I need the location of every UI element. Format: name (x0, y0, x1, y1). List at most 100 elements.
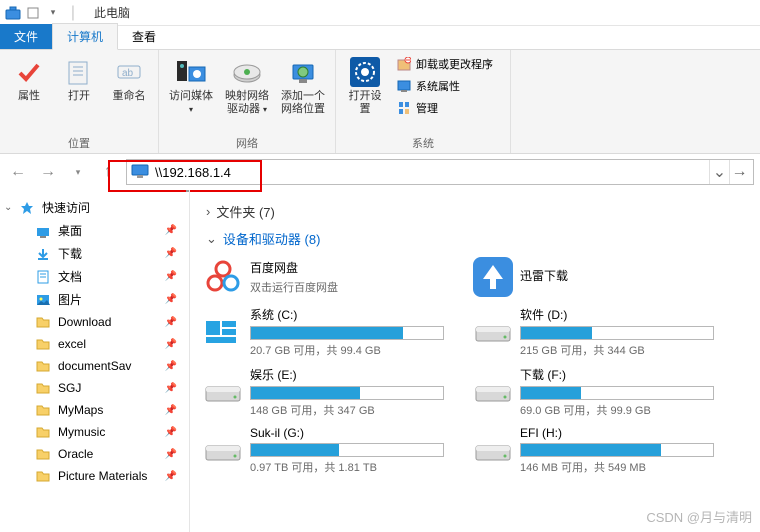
back-button[interactable]: ← (6, 160, 30, 184)
drive-icon (202, 371, 244, 413)
rename-button[interactable]: ab 重命名 (106, 54, 152, 133)
group-network: 访问媒体 ▾ 映射网络驱动器 ▾ 添加一个网络位置 网络 (159, 50, 336, 153)
up-button[interactable]: ↑ (96, 160, 120, 184)
pin-icon: 📌 (165, 449, 185, 460)
go-button[interactable]: → (729, 160, 749, 184)
app-item[interactable]: 迅雷下载 (470, 252, 716, 302)
pin-icon: 📌 (165, 405, 185, 416)
tab-computer[interactable]: 计算机 (52, 23, 118, 50)
app-item[interactable]: 百度网盘双击运行百度网盘 (200, 252, 446, 302)
nav-sidebar: ⌄ 快速访问 桌面 📌 下载📌 文档 📌 图片📌 Download 📌 excel 📌 docume… (0, 190, 190, 532)
sidebar-item[interactable]: Mymusic📌 (0, 421, 189, 443)
drive-item[interactable]: EFI (H:) 146 MB 可用，共 549 MB (470, 422, 716, 479)
drive-item[interactable]: 娱乐 (E:) 148 GB 可用，共 347 GB (200, 362, 446, 422)
sidebar-item-label: 桌面 (58, 222, 82, 239)
drive-name: 娱乐 (E:) (250, 366, 444, 383)
content-pane: › 文件夹 (7) ⌄ 设备和驱动器 (8) 百度网盘双击运行百度网盘迅雷下载 … (190, 190, 760, 532)
sidebar-item-label: MyMaps (58, 403, 103, 417)
access-media-button[interactable]: 访问媒体 ▾ (165, 54, 217, 133)
pin-icon: 📌 (165, 471, 185, 482)
app-icon (202, 256, 244, 298)
usage-bar (520, 443, 714, 457)
open-settings-button[interactable]: 打开设置 (342, 54, 388, 133)
item-icon (34, 402, 52, 418)
item-icon (34, 424, 52, 440)
drive-free: 215 GB 可用，共 344 GB (520, 342, 714, 358)
sidebar-item-label: 文档 (58, 268, 82, 285)
pin-icon: 📌 (165, 225, 185, 236)
address-dropdown-icon[interactable]: ⌄ (709, 160, 729, 184)
drive-free: 20.7 GB 可用，共 99.4 GB (250, 342, 444, 358)
sidebar-item[interactable]: 下载📌 (0, 242, 189, 265)
manage-button[interactable]: 管理 (392, 98, 504, 118)
folders-section[interactable]: › 文件夹 (7) (200, 198, 750, 225)
usage-bar (250, 443, 444, 457)
drive-icon (472, 371, 514, 413)
sidebar-item[interactable]: MyMaps 📌 (0, 399, 189, 421)
drive-name: EFI (H:) (520, 426, 714, 440)
ribbon: 属性 打开 ab 重命名 位置 访问媒体 ▾ 映射网络驱动器 ▾ (0, 50, 760, 154)
item-icon (34, 336, 52, 352)
sidebar-item-label: Download (58, 315, 111, 329)
add-location-button[interactable]: 添加一个网络位置 (277, 54, 329, 133)
sidebar-item[interactable]: excel 📌 (0, 333, 189, 355)
drive-item[interactable]: 系统 (C:) 20.7 GB 可用，共 99.4 GB (200, 302, 446, 362)
sidebar-item[interactable]: documentSav📌 (0, 355, 189, 377)
sidebar-item-label: excel (58, 337, 86, 351)
window-title: 此电脑 (94, 4, 130, 21)
drive-item[interactable]: 下载 (F:)69.0 GB 可用，共 99.9 GB (470, 362, 716, 422)
pin-icon: 📌 (165, 383, 185, 394)
tab-view[interactable]: 查看 (118, 24, 170, 49)
forward-button[interactable]: → (36, 160, 60, 184)
quick-access[interactable]: ⌄ 快速访问 (0, 196, 189, 219)
drive-item[interactable]: 软件 (D:)215 GB 可用，共 344 GB (470, 302, 716, 362)
sidebar-item-label: Picture Materials (58, 469, 147, 483)
drive-name: 系统 (C:) (250, 306, 444, 323)
pin-icon: 📌 (165, 339, 185, 350)
sidebar-item[interactable]: Oracle📌 (0, 443, 189, 465)
app-icon (4, 4, 22, 22)
drive-icon (202, 430, 244, 472)
sidebar-item[interactable]: Download 📌 (0, 311, 189, 333)
sidebar-item[interactable]: SGJ📌 (0, 377, 189, 399)
usage-bar (250, 386, 444, 400)
svg-text:ab: ab (122, 68, 134, 79)
address-bar[interactable]: ⌄ → (126, 159, 754, 185)
system-props-button[interactable]: 系统属性 (392, 76, 504, 96)
qat-dropdown-icon[interactable]: ▾ (44, 4, 62, 22)
sidebar-item-label: Mymusic (58, 425, 105, 439)
drive-free: 0.97 TB 可用，共 1.81 TB (250, 459, 444, 475)
pin-icon: 📌 (165, 317, 185, 328)
app-name: 迅雷下载 (520, 267, 714, 284)
tab-file[interactable]: 文件 (0, 24, 52, 49)
uninstall-button[interactable]: 卸载或更改程序 (392, 54, 504, 74)
drive-free: 148 GB 可用，共 347 GB (250, 402, 444, 418)
pin-icon: 📌 (165, 271, 185, 282)
devices-section[interactable]: ⌄ 设备和驱动器 (8) (200, 225, 750, 252)
map-drive-button[interactable]: 映射网络驱动器 ▾ (221, 54, 273, 133)
sidebar-item[interactable]: 文档 📌 (0, 265, 189, 288)
item-icon (34, 314, 52, 330)
usage-bar (250, 326, 444, 340)
item-icon (34, 246, 52, 262)
sidebar-item[interactable]: Picture Materials 📌 (0, 465, 189, 487)
chevron-down-icon[interactable]: ⌄ (4, 202, 12, 213)
item-icon (34, 223, 52, 239)
sidebar-item[interactable]: 桌面 📌 (0, 219, 189, 242)
drive-free: 146 MB 可用，共 549 MB (520, 459, 714, 475)
properties-button[interactable]: 属性 (6, 54, 52, 133)
body: ⌄ 快速访问 桌面 📌 下载📌 文档 📌 图片📌 Download 📌 excel 📌 docume… (0, 190, 760, 532)
drive-icon (472, 311, 514, 353)
address-input[interactable] (155, 165, 709, 180)
drive-item[interactable]: Suk-il (G:)0.97 TB 可用，共 1.81 TB (200, 422, 446, 479)
qat-sep: | (64, 4, 82, 22)
recent-dropdown-icon[interactable]: ▾ (66, 160, 90, 184)
pc-icon (131, 164, 149, 180)
open-button[interactable]: 打开 (56, 54, 102, 133)
item-icon (34, 269, 52, 285)
chevron-down-icon: ⌄ (206, 231, 217, 247)
qat-btn[interactable] (24, 4, 42, 22)
item-icon (34, 446, 52, 462)
sidebar-item[interactable]: 图片📌 (0, 288, 189, 311)
group-location: 属性 打开 ab 重命名 位置 (0, 50, 159, 153)
